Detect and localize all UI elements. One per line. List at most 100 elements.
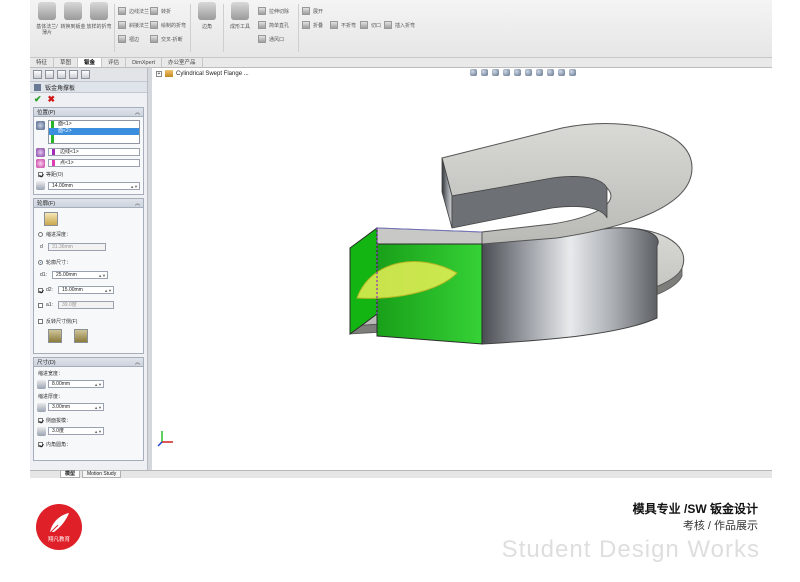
tab-features[interactable]: 特征 bbox=[30, 58, 55, 67]
jog-icon bbox=[150, 7, 158, 15]
vent-button[interactable]: 通风口 bbox=[258, 34, 284, 44]
d1-value-field[interactable]: 25.00mm ▲▼ bbox=[52, 271, 108, 279]
panel-title: 钣金角撑板 bbox=[45, 85, 76, 92]
bottom-tabs: 模型 Motion Study bbox=[30, 470, 772, 478]
sketched-bend-button[interactable]: 绘制的折弯 bbox=[150, 20, 186, 30]
depth-value-field[interactable]: 31.36mm bbox=[48, 243, 106, 251]
edge-selection-field[interactable]: 边线<1> bbox=[48, 148, 140, 156]
offset-value-field[interactable]: 14.00mm ▲▼ bbox=[48, 182, 140, 190]
edge-flange-icon bbox=[118, 7, 126, 15]
simple-hole-icon bbox=[258, 21, 266, 29]
tab-sheet-metal[interactable]: 钣金 bbox=[78, 58, 103, 67]
a1-value-field[interactable]: 39.0度 bbox=[58, 301, 114, 309]
d2-value-field[interactable]: 15.00mm ▲▼ bbox=[58, 286, 114, 294]
miter-flange-button[interactable]: 斜接法兰 bbox=[118, 20, 149, 30]
corners-button[interactable]: 边角 bbox=[194, 0, 220, 50]
gusset-icon bbox=[34, 83, 41, 91]
collapse-chevron-icon[interactable]: ︽ bbox=[135, 200, 140, 207]
hem-button[interactable]: 褶边 bbox=[118, 34, 139, 44]
sketched-bend-icon bbox=[150, 21, 158, 29]
feather-logo-icon bbox=[48, 513, 69, 535]
insert-bends-button[interactable]: 插入折弯 bbox=[384, 20, 415, 30]
a1-checkbox[interactable] bbox=[38, 303, 43, 308]
offset-direction-icon[interactable] bbox=[36, 181, 45, 190]
position-section: 位置(P) ︽ 面<1> 面<2> 边线<1> 点<1> 等距(O) 14.00… bbox=[33, 107, 144, 195]
gusset-profile-icon[interactable] bbox=[44, 212, 58, 226]
draft-checkbox[interactable] bbox=[38, 418, 43, 423]
simple-hole-button[interactable]: 简单直孔 bbox=[258, 20, 289, 30]
profile-style-flat-icon[interactable] bbox=[74, 329, 88, 343]
spin-arrows-icon[interactable]: ▲▼ bbox=[104, 287, 112, 294]
no-bends-icon bbox=[330, 21, 338, 29]
tab-sketch[interactable]: 草图 bbox=[54, 58, 79, 67]
convert-sheetmetal-button[interactable]: 转换到钣金 bbox=[60, 0, 86, 50]
tab-evaluate[interactable]: 评估 bbox=[102, 58, 127, 67]
face-selection-list[interactable]: 面<1> 面<2> bbox=[48, 120, 140, 144]
spin-arrows-icon[interactable]: ▲▼ bbox=[94, 381, 102, 388]
property-manager-header: 钣金角撑板 bbox=[30, 82, 147, 93]
spin-arrows-icon[interactable]: ▲▼ bbox=[98, 272, 106, 279]
lofted-bend-icon bbox=[90, 2, 108, 20]
hem-icon bbox=[118, 35, 126, 43]
base-flange-button[interactable]: 基体法兰/薄片 bbox=[34, 0, 60, 50]
cancel-x-icon[interactable]: ✖ bbox=[48, 94, 56, 104]
forming-tool-icon bbox=[231, 2, 249, 20]
spin-arrows-icon[interactable]: ▲▼ bbox=[130, 183, 138, 190]
draft-angle-icon bbox=[37, 427, 46, 436]
draft-angle-field[interactable]: 3.0度 ▲▼ bbox=[48, 427, 104, 435]
profile-style-rounded-icon[interactable] bbox=[48, 329, 62, 343]
spin-arrows-icon[interactable]: ▲▼ bbox=[94, 404, 102, 411]
ok-cancel-bar: ✔ ✖ bbox=[30, 93, 147, 105]
fold-button[interactable]: 折叠 bbox=[302, 20, 323, 30]
tab-dimxpert[interactable]: DimXpert bbox=[126, 58, 162, 67]
spin-arrows-icon[interactable]: ▲▼ bbox=[94, 428, 102, 435]
indent-width-icon bbox=[37, 380, 46, 389]
cross-break-icon bbox=[150, 35, 158, 43]
d2-checkbox[interactable] bbox=[38, 288, 43, 293]
tab-motion-study[interactable]: Motion Study bbox=[82, 471, 122, 478]
profile-section-header[interactable]: 轮廓(F) ︽ bbox=[34, 199, 143, 208]
feature-tree-icon[interactable] bbox=[33, 70, 42, 79]
edge-flange-button[interactable]: 边线法兰 bbox=[118, 6, 149, 16]
extruded-cut-icon bbox=[258, 7, 266, 15]
collapse-chevron-icon[interactable]: ︽ bbox=[135, 359, 140, 366]
graphics-viewport[interactable]: + Cylindrical Swept Flange ... bbox=[152, 68, 772, 470]
inner-fillet-checkbox[interactable] bbox=[38, 442, 43, 447]
ok-check-icon[interactable]: ✔ bbox=[34, 94, 42, 104]
dimensions-section-header[interactable]: 尺寸(D) ︽ bbox=[34, 358, 143, 367]
display-manager-icon[interactable] bbox=[81, 70, 90, 79]
property-manager-icon[interactable] bbox=[45, 70, 54, 79]
collapse-chevron-icon[interactable]: ︽ bbox=[135, 109, 140, 116]
face-select-icon bbox=[36, 121, 45, 130]
unfold-button[interactable]: 展开 bbox=[302, 6, 323, 16]
lofted-bend-button[interactable]: 放样的折弯 bbox=[86, 0, 112, 50]
rip-button[interactable]: 切口 bbox=[360, 20, 381, 30]
tab-office-products[interactable]: 办公室产品 bbox=[162, 58, 203, 67]
profile-section: 轮廓(F) ︽ 缩进深度： d 31.36mm 轮廓尺寸： d1: 25.00m… bbox=[33, 198, 144, 354]
list-item[interactable]: 面<1> bbox=[49, 121, 139, 128]
flip-side-checkbox[interactable] bbox=[38, 319, 43, 324]
point-selection-field[interactable]: 点<1> bbox=[48, 159, 140, 167]
tab-model[interactable]: 模型 bbox=[60, 471, 81, 478]
extruded-cut-button[interactable]: 拉伸切除 bbox=[258, 6, 289, 16]
cad-window: 基体法兰/薄片 转换到钣金 放样的折弯 边线法兰 斜接法兰 褶边 转折 绘制的折… bbox=[30, 0, 772, 478]
dimxpert-icon[interactable] bbox=[69, 70, 78, 79]
offset-checkbox[interactable] bbox=[38, 172, 43, 177]
indent-depth-radio[interactable] bbox=[38, 232, 43, 237]
coordinate-triad-icon bbox=[157, 431, 173, 447]
corners-icon bbox=[198, 2, 216, 20]
unfold-icon bbox=[302, 7, 310, 15]
list-item[interactable]: 面<2> bbox=[49, 128, 139, 135]
rip-icon bbox=[360, 21, 368, 29]
no-bends-button[interactable]: 不折弯 bbox=[330, 20, 356, 30]
page-title: 模具专业 /SW 钣金设计 bbox=[632, 502, 758, 516]
indent-width-field[interactable]: 8.00mm ▲▼ bbox=[48, 380, 104, 388]
profile-size-radio[interactable] bbox=[38, 260, 43, 265]
configuration-icon[interactable] bbox=[57, 70, 66, 79]
position-section-header[interactable]: 位置(P) ︽ bbox=[34, 108, 143, 117]
sheet-metal-part-model[interactable] bbox=[152, 68, 772, 470]
indent-thickness-field[interactable]: 3.00mm ▲▼ bbox=[48, 403, 104, 411]
cross-break-button[interactable]: 交叉-折断 bbox=[150, 34, 183, 44]
forming-tool-button[interactable]: 成形工具 bbox=[227, 0, 253, 50]
jog-button[interactable]: 转折 bbox=[150, 6, 171, 16]
